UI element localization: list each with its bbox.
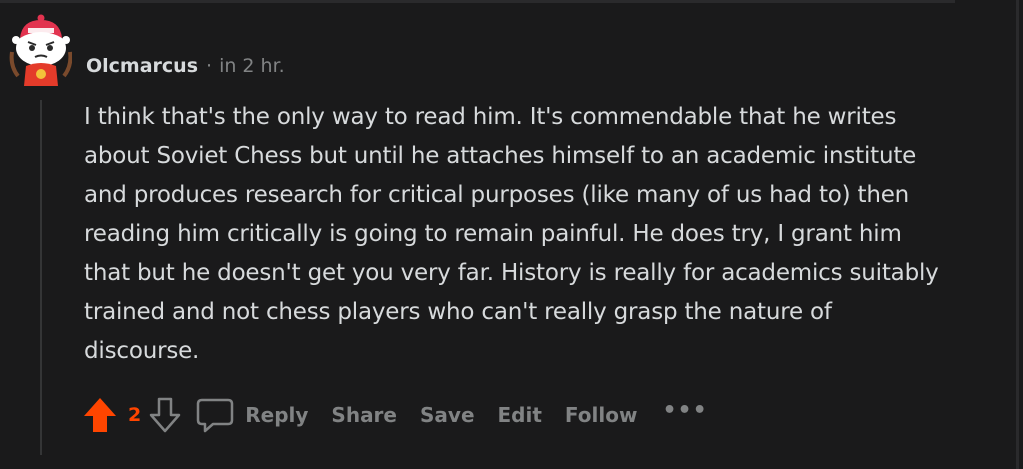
comment-body: I think that's the only way to read him.… (84, 104, 939, 364)
author-username[interactable]: Olcmarcus (86, 55, 198, 77)
comment-timestamp[interactable]: in 2 hr. (219, 55, 285, 77)
snoo-avatar-icon[interactable] (8, 14, 72, 86)
reply-label: Reply (245, 403, 309, 427)
comment-action-bar: 2 Reply Share Save Edit Follow ••• (82, 392, 708, 438)
upvote-arrow-icon[interactable] (82, 395, 118, 435)
speech-bubble-icon (196, 398, 234, 433)
follow-button[interactable]: Follow (565, 403, 638, 427)
right-divider (1016, 0, 1019, 469)
more-options-icon[interactable]: ••• (662, 398, 707, 423)
comment-meta: Olcmarcus · in 2 hr. (86, 53, 285, 79)
edit-button[interactable]: Edit (498, 403, 542, 427)
top-divider (0, 0, 955, 3)
save-button[interactable]: Save (420, 403, 475, 427)
downvote-arrow-icon[interactable] (147, 395, 183, 435)
meta-separator: · (206, 55, 213, 77)
share-button[interactable]: Share (331, 403, 397, 427)
vote-score: 2 (128, 404, 142, 426)
reply-button[interactable]: Reply (195, 396, 331, 434)
thread-line[interactable] (40, 100, 42, 455)
